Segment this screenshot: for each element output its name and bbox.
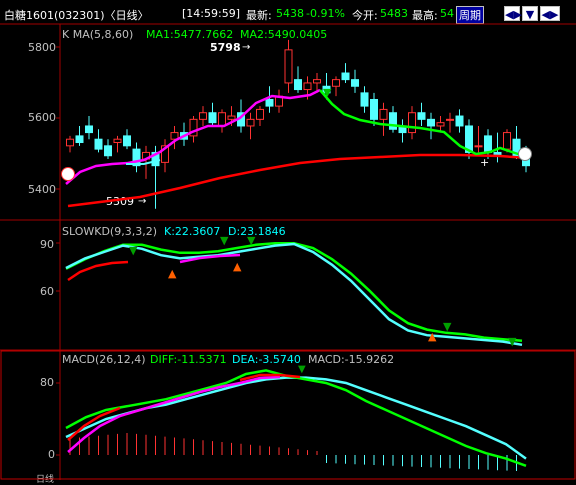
candle-body [484, 135, 492, 153]
smiley-icon [518, 147, 532, 161]
kd-down-arrow-icon: ▼ [129, 244, 138, 257]
candle-body [256, 108, 264, 120]
candle-body [360, 92, 369, 107]
candle-body [503, 132, 511, 150]
candle-body [427, 118, 435, 127]
candle-body [408, 112, 416, 134]
kd-d-line [65, 241, 523, 343]
low-arrow-icon: → [138, 196, 146, 207]
candle-body [246, 118, 255, 127]
candle-body [332, 79, 340, 87]
candle-body [123, 135, 131, 147]
candle-body [303, 82, 312, 91]
candle-body [75, 135, 84, 144]
kd-k-line [65, 242, 523, 347]
kd-up-arrow-icon: ▲ [428, 330, 437, 343]
kd-up-arrow-icon: ▲ [233, 260, 242, 273]
kd-down-arrow-icon: ▼ [443, 320, 452, 333]
candle-body [94, 138, 103, 150]
candle-body [199, 112, 207, 120]
crosshair-icon: + [480, 156, 489, 169]
candle-body [436, 122, 445, 127]
macd-dea-line [65, 376, 527, 460]
sell-arrow-icon: ▼ [323, 86, 332, 99]
candle-body [351, 79, 359, 87]
candle-body [417, 112, 426, 120]
candle-body [113, 138, 122, 144]
candle-body [474, 145, 483, 148]
kd-red-segment [67, 260, 129, 282]
candle-body [370, 98, 378, 120]
candle-body [104, 145, 112, 157]
kd-down-arrow-icon: ▼ [508, 335, 517, 348]
candle-body [455, 115, 464, 127]
candle-body [294, 79, 302, 91]
candle-body [446, 118, 454, 121]
smiley-icon [61, 167, 75, 181]
candle-body [265, 98, 274, 107]
kd-down-arrow-icon: ▼ [220, 234, 229, 247]
kd-up-arrow-icon: ▲ [168, 267, 177, 280]
candle-body [208, 112, 217, 124]
high-arrow-icon: → [242, 42, 250, 53]
candle-body [66, 138, 74, 147]
candle-body [218, 112, 226, 127]
candle-body [227, 115, 236, 120]
kd-down-arrow-icon: ▼ [247, 234, 256, 247]
candles-layer [66, 39, 530, 209]
candle-body [379, 108, 388, 120]
candle-body [284, 49, 293, 84]
macd-diff-line [65, 369, 527, 467]
candle-body [85, 125, 93, 134]
candle-body [341, 72, 350, 81]
macd-panel-frame [0, 350, 576, 480]
chart-canvas[interactable]: → → ▼ + ▼ ▼ ▼ ▲ ▲ ▼ ▲ ▼ ▼ [0, 0, 576, 480]
macd-down-arrow-icon: ▼ [298, 364, 306, 375]
candle-body [313, 79, 321, 84]
